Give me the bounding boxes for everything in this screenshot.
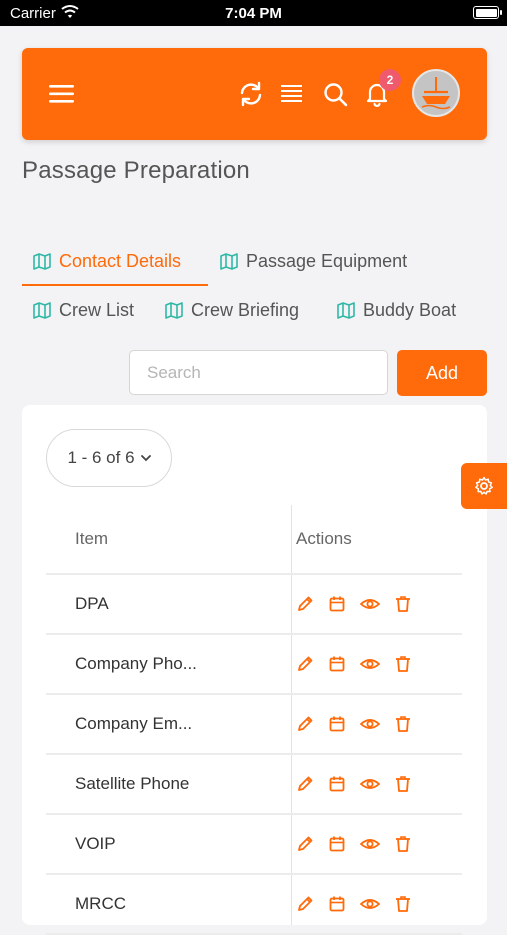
delete-icon[interactable] [394, 715, 412, 733]
column-header-actions: Actions [296, 529, 352, 548]
calendar-icon[interactable] [328, 655, 346, 673]
tab-label: Contact Details [59, 251, 182, 271]
row-actions [296, 755, 412, 813]
active-tab-indicator [22, 284, 208, 286]
chevron-down-icon [140, 454, 151, 461]
table-row[interactable]: DPA [46, 575, 462, 635]
map-icon [33, 253, 51, 270]
items-table: Item Actions DPA Company Pho... Company Em… [46, 505, 462, 935]
delete-icon[interactable] [394, 655, 412, 673]
view-icon[interactable] [360, 895, 380, 913]
item-name: Company Pho... [75, 654, 197, 673]
gear-icon [475, 476, 493, 495]
view-icon[interactable] [360, 595, 380, 613]
calendar-icon[interactable] [328, 715, 346, 733]
row-actions [296, 695, 412, 753]
tab-passage-equipment[interactable]: Passage Equipment [220, 251, 407, 272]
pagination-select[interactable]: 1 - 6 of 6 [46, 429, 172, 487]
edit-icon[interactable] [296, 595, 314, 613]
calendar-icon[interactable] [328, 895, 346, 913]
map-icon [337, 302, 355, 319]
edit-icon[interactable] [296, 655, 314, 673]
notification-badge: 2 [379, 69, 401, 91]
tab-buddy-boat[interactable]: Buddy Boat [337, 300, 456, 321]
edit-icon[interactable] [296, 715, 314, 733]
tab-crew-briefing[interactable]: Crew Briefing [165, 300, 299, 321]
tab-contact-details[interactable]: Contact Details [33, 251, 181, 272]
ship-icon [414, 71, 458, 115]
item-name: DPA [75, 594, 109, 613]
calendar-icon[interactable] [328, 595, 346, 613]
table-row[interactable]: Company Em... [46, 695, 462, 755]
tab-label: Crew Briefing [191, 300, 300, 320]
battery-icon [473, 6, 502, 19]
table-row[interactable]: MRCC [46, 875, 462, 935]
list-icon[interactable] [281, 84, 303, 104]
table-row[interactable]: Satellite Phone [46, 755, 462, 815]
edit-icon[interactable] [296, 835, 314, 853]
items-card: 1 - 6 of 6 Item Actions DPA Company Pho..… [22, 405, 487, 935]
delete-icon[interactable] [394, 595, 412, 613]
column-header-item: Item [75, 529, 109, 548]
item-name: VOIP [75, 834, 116, 853]
view-icon[interactable] [360, 655, 380, 673]
delete-icon[interactable] [394, 835, 412, 853]
row-actions [296, 575, 412, 633]
item-name: Satellite Phone [75, 774, 190, 793]
table-row[interactable]: Company Pho... [46, 635, 462, 695]
pagination-label: 1 - 6 of 6 [67, 448, 135, 467]
app-header: 2 [22, 48, 487, 140]
map-icon [165, 302, 183, 319]
clock: 7:04 PM [225, 5, 282, 22]
edit-icon[interactable] [296, 775, 314, 793]
edit-icon[interactable] [296, 895, 314, 913]
search-icon[interactable] [323, 82, 348, 107]
table-header-row: Item Actions [46, 505, 462, 575]
view-icon[interactable] [360, 775, 380, 793]
item-name: Company Em... [75, 714, 193, 733]
tab-label: Passage Equipment [246, 251, 408, 271]
row-actions [296, 635, 412, 693]
row-actions [296, 875, 412, 933]
tab-crew-list[interactable]: Crew List [33, 300, 134, 321]
menu-icon[interactable] [49, 84, 75, 104]
avatar[interactable] [412, 69, 460, 117]
item-name: MRCC [75, 894, 126, 913]
calendar-icon[interactable] [328, 835, 346, 853]
calendar-icon[interactable] [328, 775, 346, 793]
status-bar: Carrier 7:04 PM [0, 0, 507, 26]
settings-button[interactable] [461, 463, 507, 509]
view-icon[interactable] [360, 715, 380, 733]
row-actions [296, 815, 412, 873]
refresh-icon[interactable] [238, 81, 264, 107]
delete-icon[interactable] [394, 775, 412, 793]
search-input[interactable] [129, 350, 388, 395]
delete-icon[interactable] [394, 895, 412, 913]
view-icon[interactable] [360, 835, 380, 853]
map-icon [220, 253, 238, 270]
map-icon [33, 302, 51, 319]
page-title: Passage Preparation [22, 157, 250, 184]
table-row[interactable]: VOIP [46, 815, 462, 875]
tab-label: Buddy Boat [363, 300, 457, 320]
add-button[interactable]: Add [397, 350, 487, 396]
tab-label: Crew List [59, 300, 135, 320]
